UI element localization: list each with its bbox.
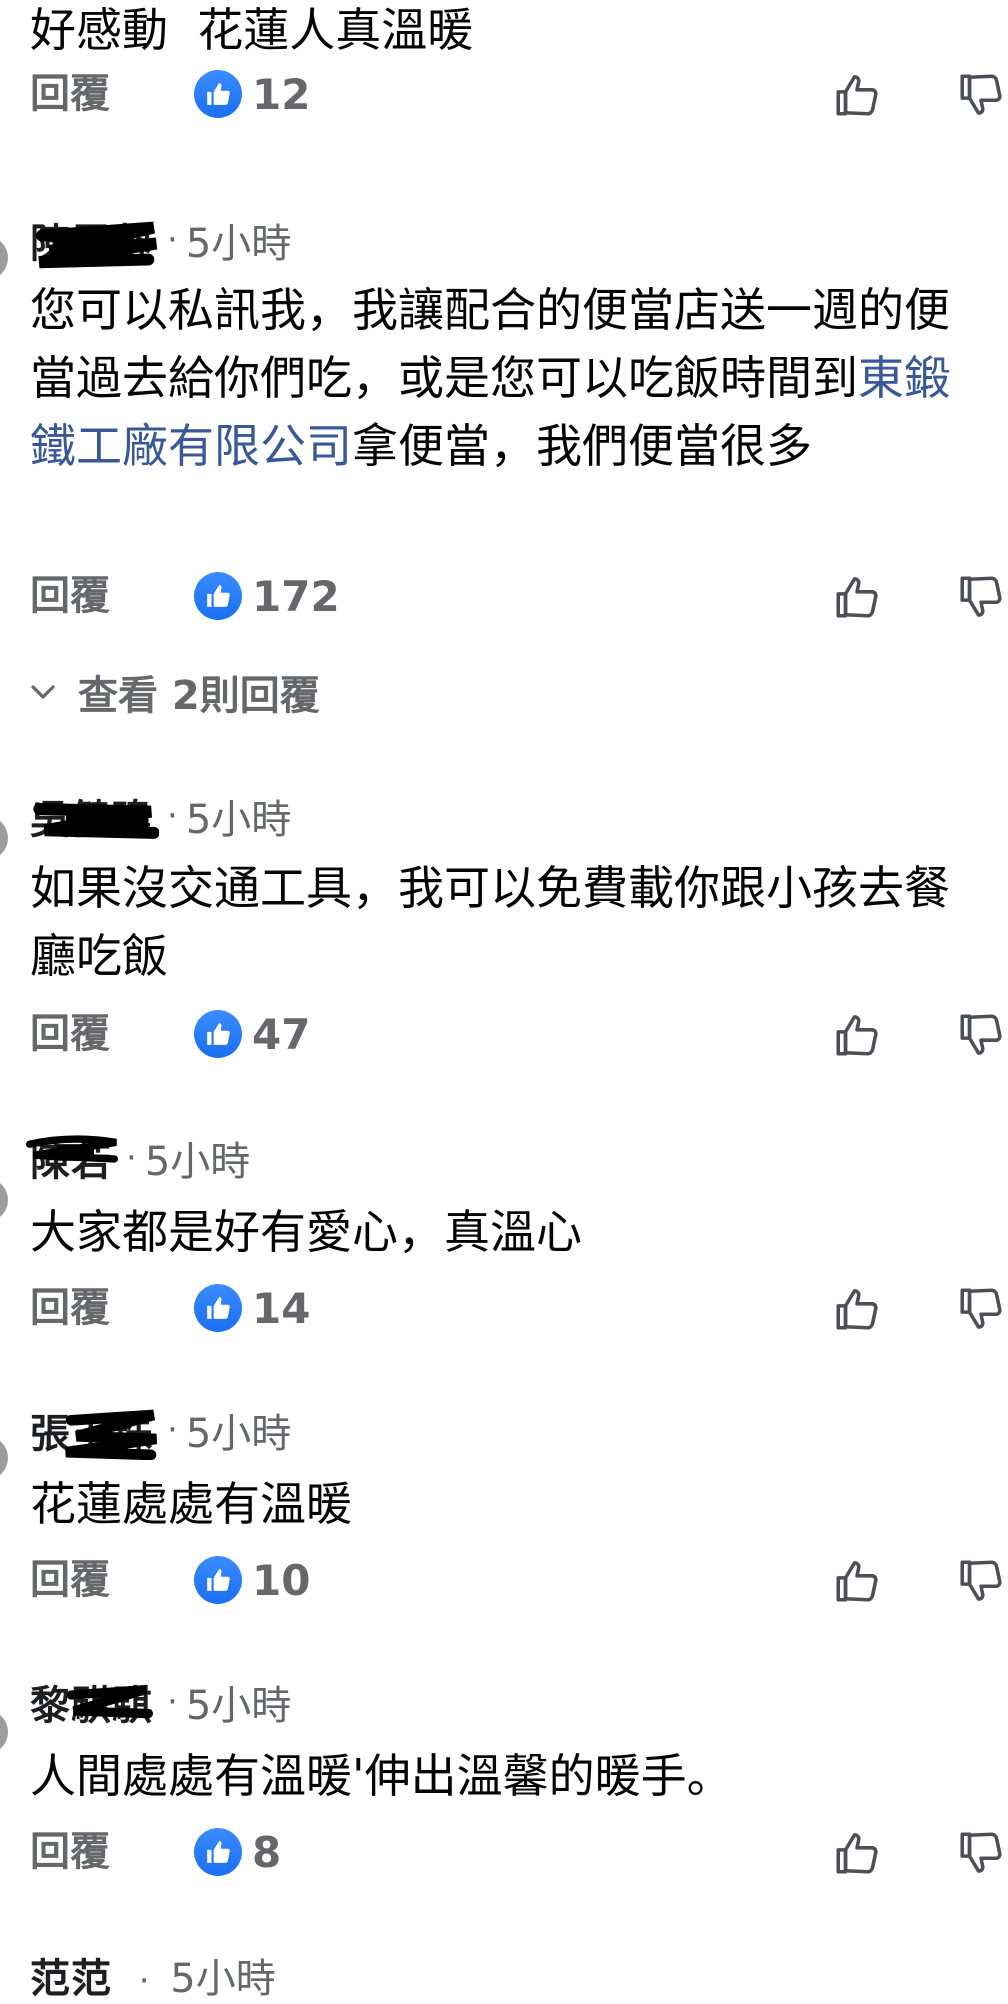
avatar[interactable] — [0, 816, 8, 860]
thumb-down-icon[interactable] — [956, 1556, 1006, 1606]
thumb-up-icon[interactable] — [832, 572, 882, 622]
thumb-down-icon[interactable] — [956, 572, 1006, 622]
like-summary[interactable]: 172 — [194, 571, 340, 621]
like-badge-icon — [194, 1556, 242, 1604]
view-replies-button[interactable]: 查看 2則回覆 — [28, 664, 320, 720]
thumb-down-icon[interactable] — [956, 1010, 1006, 1060]
timestamp[interactable]: 5小時 — [186, 787, 291, 845]
comment-header: 張玉珠 · 5小時 — [30, 1401, 291, 1461]
thumb-up-icon[interactable] — [832, 1284, 882, 1334]
comment-text: 花蓮處處有溫暖 — [30, 1477, 352, 1531]
like-count: 12 — [252, 69, 311, 119]
separator-dot: · — [167, 796, 178, 836]
timestamp[interactable]: 5小時 — [186, 1401, 291, 1459]
reply-button[interactable]: 回覆 — [30, 1284, 110, 1332]
like-summary[interactable]: 10 — [194, 1555, 310, 1605]
separator-dot: · — [167, 1682, 178, 1722]
like-count: 14 — [252, 1283, 311, 1333]
like-summary[interactable]: 47 — [194, 1009, 310, 1059]
comment-text: 如果沒交通工具，我可以免費載你跟小孩去餐廳吃飯 — [30, 861, 950, 983]
separator-dot: · — [167, 220, 178, 260]
avatar[interactable] — [0, 1178, 8, 1222]
separator-dot: · — [138, 1961, 150, 2001]
like-summary[interactable]: 14 — [194, 1283, 310, 1333]
author-name[interactable]: 陳雲蓉 — [30, 211, 158, 269]
comment-actions: 回覆 10 — [0, 1550, 1008, 1610]
author-name[interactable]: 范范 — [30, 1946, 112, 2004]
comment-text: 好感動 花蓮人真溫暖 — [30, 3, 474, 57]
like-summary[interactable]: 8 — [194, 1827, 281, 1877]
thumb-up-icon[interactable] — [832, 1010, 882, 1060]
separator-dot: · — [167, 1410, 178, 1450]
thumb-down-icon[interactable] — [956, 70, 1006, 120]
comment-text: 人間處處有溫暖'伸出溫馨的暖手。 — [30, 1749, 733, 1803]
view-replies-label: 查看 2則回覆 — [78, 673, 320, 719]
thumb-down-icon[interactable] — [956, 1284, 1006, 1334]
reply-button[interactable]: 回覆 — [30, 572, 110, 620]
like-badge-icon — [194, 1828, 242, 1876]
reply-button[interactable]: 回覆 — [30, 1010, 110, 1058]
like-count: 172 — [252, 571, 340, 621]
like-badge-icon — [194, 70, 242, 118]
avatar[interactable] — [0, 236, 8, 280]
comment-header: 黎騏騏 · 5小時 — [30, 1673, 291, 1731]
timestamp[interactable]: 5小時 — [186, 211, 291, 269]
comment-actions: 回覆 47 — [0, 1004, 1008, 1064]
reply-button[interactable]: 回覆 — [30, 70, 110, 118]
comment-actions: 回覆 14 — [0, 1278, 1008, 1338]
comment-text: 您可以私訊我，我讓配合的便當店送一週的便當過去給你們吃，或是您可以吃飯時間到東鍛… — [30, 283, 950, 473]
thumb-up-icon[interactable] — [832, 70, 882, 120]
author-name[interactable]: 張玉珠 — [30, 1401, 158, 1461]
author-name[interactable]: 吳健瑋 — [30, 787, 159, 845]
reply-button[interactable]: 回覆 — [30, 1828, 110, 1876]
thumb-up-icon[interactable] — [832, 1556, 882, 1606]
like-summary[interactable]: 12 — [194, 69, 310, 119]
comment-actions: 回覆 8 — [0, 1822, 1008, 1882]
avatar[interactable] — [0, 1436, 8, 1480]
like-count: 8 — [252, 1827, 282, 1877]
comment-7-header: 范范 · 5小時 — [30, 1946, 276, 2004]
like-badge-icon — [194, 1284, 242, 1332]
like-badge-icon — [194, 572, 242, 620]
comment-header: 陳若 · 5小時 — [26, 1129, 250, 1187]
chevron-down-icon — [31, 685, 55, 699]
timestamp[interactable]: 5小時 — [170, 1956, 275, 2002]
separator-dot: · — [126, 1138, 137, 1178]
comment-header: 陳雲蓉 · 5小時 — [30, 211, 291, 269]
author-name[interactable]: 黎騏騏 — [30, 1673, 153, 1731]
author-name[interactable]: 陳若 — [26, 1129, 118, 1187]
like-count: 47 — [252, 1009, 311, 1059]
reply-button[interactable]: 回覆 — [30, 1556, 110, 1604]
comment-actions: 回覆 172 — [0, 566, 1008, 626]
timestamp[interactable]: 5小時 — [145, 1129, 250, 1187]
thumb-down-icon[interactable] — [956, 1828, 1006, 1878]
like-badge-icon — [194, 1010, 242, 1058]
timestamp[interactable]: 5小時 — [186, 1673, 291, 1731]
like-count: 10 — [252, 1555, 311, 1605]
avatar[interactable] — [0, 1710, 8, 1754]
comment-actions: 回覆 12 — [0, 64, 1008, 124]
comment-text: 大家都是好有愛心，真溫心 — [30, 1205, 582, 1259]
comment-header: 吳健瑋 · 5小時 — [30, 787, 291, 845]
thumb-up-icon[interactable] — [832, 1828, 882, 1878]
